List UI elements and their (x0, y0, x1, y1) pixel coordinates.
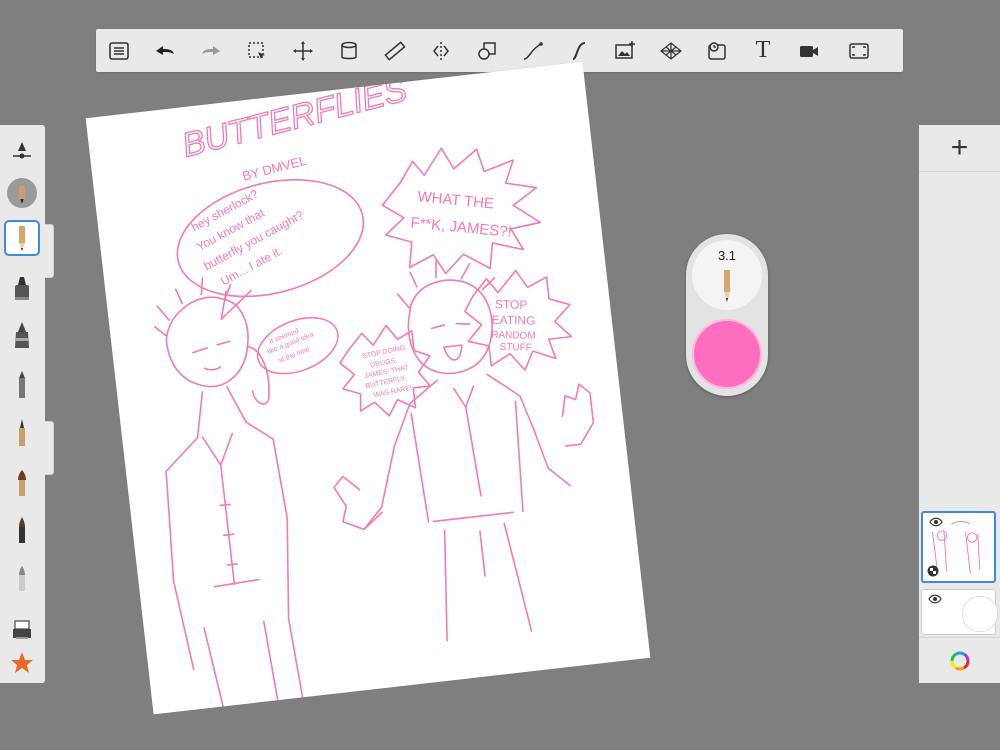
fountain-pen-icon[interactable] (4, 315, 40, 355)
import-image-icon[interactable] (602, 29, 648, 72)
right-character-sketch (333, 260, 595, 642)
drawing-title: BUTTERFLIES (178, 70, 411, 165)
shapes-icon[interactable] (464, 29, 510, 72)
brush-palette (0, 125, 45, 683)
list-icon[interactable] (96, 29, 142, 72)
marker-icon[interactable] (4, 268, 40, 308)
bubble-5-line-4: STUFF (499, 342, 531, 354)
time-lapse-icon[interactable] (694, 29, 740, 72)
fullscreen-icon[interactable] (836, 29, 882, 72)
brush-size-control[interactable]: 3.1 (692, 240, 762, 310)
bubble-3-line-2: F**K, JAMES?! (410, 214, 513, 241)
text-icon[interactable]: T (740, 29, 786, 72)
background-color-swatch[interactable] (962, 596, 998, 632)
bubble-5-line-1: STOP (495, 297, 528, 312)
color-wheel-icon (950, 651, 969, 671)
selection-icon[interactable] (234, 29, 280, 72)
bubble-3-line-1: WHAT THE (417, 188, 495, 212)
brush-puck[interactable]: 3.1 (686, 234, 768, 396)
undo-icon[interactable] (142, 29, 188, 72)
brush-eraser-icon[interactable] (4, 173, 40, 213)
brush-opacity-slider-handle[interactable] (45, 421, 54, 475)
brush-size-value: 3.1 (717, 248, 737, 263)
pencil-icon (724, 270, 730, 302)
ink-pen-icon[interactable] (4, 413, 40, 453)
eye-icon[interactable] (928, 594, 942, 604)
bubble-5-line-2: EATING (491, 313, 535, 328)
smudge-icon[interactable] (4, 558, 40, 598)
perspective-grid-icon[interactable] (648, 29, 694, 72)
add-layer-button[interactable]: + (919, 125, 1000, 172)
brush-settings-icon[interactable] (4, 133, 40, 173)
bubble-5-line-3: RANDOM (491, 330, 536, 342)
pencil-icon[interactable] (4, 218, 40, 258)
sketch-artwork: BUTTERFLIES BY DMVEL hey sherlock? You k… (153, 70, 595, 708)
layer-1-sketch[interactable] (921, 511, 996, 583)
brush-size-slider-handle[interactable] (45, 224, 54, 278)
fill-icon[interactable] (326, 29, 372, 72)
drawing-canvas[interactable]: BUTTERFLIES BY DMVEL hey sherlock? You k… (85, 61, 651, 715)
favorites-star-icon[interactable] (4, 643, 40, 683)
paintbrush-icon[interactable] (4, 463, 40, 503)
ruler-icon[interactable] (372, 29, 418, 72)
top-toolbar: T (96, 29, 903, 72)
record-icon[interactable] (786, 29, 832, 72)
add-layer-label: + (950, 131, 969, 164)
redo-icon[interactable] (188, 29, 234, 72)
layers-panel: + (919, 125, 1000, 683)
airbrush-icon[interactable] (4, 365, 40, 405)
calligraphy-brush-icon[interactable] (4, 510, 40, 550)
brush-library-icon[interactable] (4, 608, 40, 648)
color-wheel-button[interactable] (919, 637, 1000, 684)
text-tool-label: T (755, 37, 771, 63)
layer-2-background[interactable] (921, 589, 998, 635)
brush-color-swatch[interactable] (692, 319, 762, 389)
symmetry-icon[interactable] (418, 29, 464, 72)
bubble-4-line-1: STOP DOING (362, 345, 406, 361)
transform-icon[interactable] (280, 29, 326, 72)
blend-mode-icon[interactable] (927, 565, 939, 577)
